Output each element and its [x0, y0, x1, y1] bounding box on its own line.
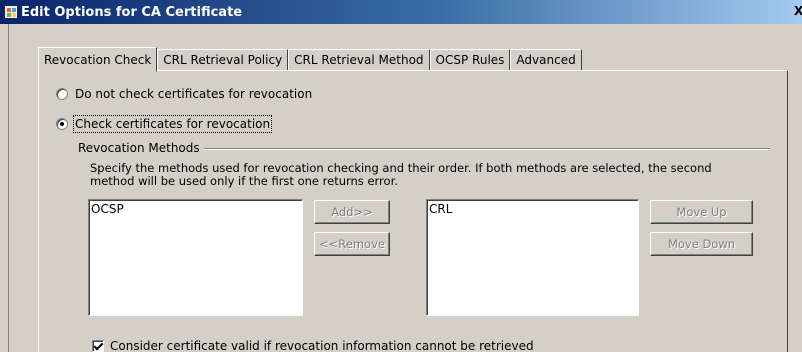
window-title: Edit Options for CA Certificate: [21, 5, 243, 20]
close-button[interactable]: X: [794, 3, 802, 20]
tab-panel: [38, 70, 788, 352]
tab-crl-retrieval-method[interactable]: CRL Retrieval Method: [288, 49, 430, 71]
certificate-app-icon[interactable]: [4, 5, 18, 19]
tab-strip: Revocation Check CRL Retrieval Policy CR…: [38, 46, 582, 72]
tab-revocation-check[interactable]: Revocation Check: [38, 47, 158, 72]
title-bar: Edit Options for CA Certificate X: [0, 0, 802, 24]
revocation-methods-title: Revocation Methods: [78, 141, 204, 155]
tab-crl-retrieval-policy[interactable]: CRL Retrieval Policy: [157, 49, 289, 71]
tab-ocsp-rules[interactable]: OCSP Rules: [429, 49, 511, 71]
tab-advanced[interactable]: Advanced: [510, 49, 582, 71]
